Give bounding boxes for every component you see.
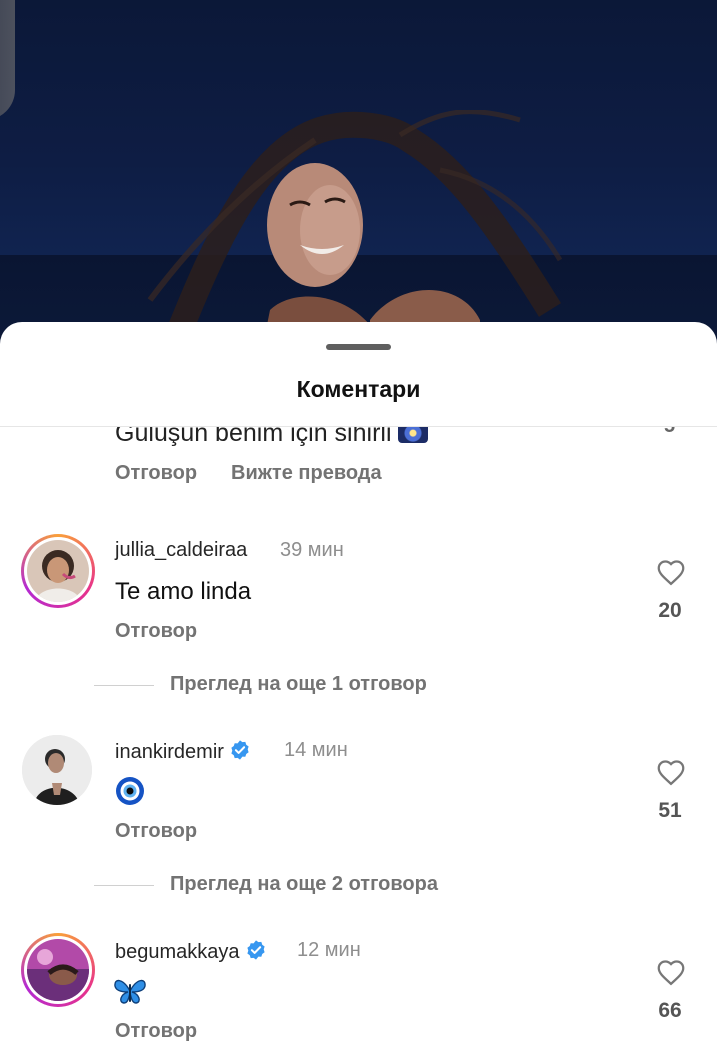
avatar-inankirdemir[interactable] <box>22 735 92 805</box>
partial-comment-body: Gülüşün benim için sihirli <box>115 427 392 447</box>
comment-time: 39 мин <box>280 539 344 561</box>
partial-comment-text: Gülüşün benim için sihirli <box>115 427 428 448</box>
verified-badge-icon <box>246 940 265 960</box>
comment-username-row: begumakkaya <box>115 939 267 964</box>
replies-divider <box>94 885 154 886</box>
drag-handle[interactable] <box>326 344 391 350</box>
verified-badge-icon <box>231 740 249 760</box>
nazar-eye-emoji-icon <box>116 777 144 805</box>
avatar-jullia[interactable] <box>21 534 95 608</box>
avatar-image <box>22 735 92 805</box>
partial-reply-button[interactable]: Отговор <box>115 462 197 485</box>
post-photo <box>0 0 717 360</box>
like-count: 66 <box>658 999 682 1022</box>
partial-comment-like-count: 5 <box>664 427 675 438</box>
heart-outline-icon[interactable] <box>656 758 686 786</box>
comment-time: 14 мин <box>284 739 348 761</box>
comment-username-row: inankirdemir <box>115 739 251 764</box>
heart-outline-icon[interactable] <box>656 558 686 586</box>
sheet-title: Коментари <box>296 376 421 402</box>
comment-username[interactable]: inankirdemir <box>115 741 224 763</box>
view-replies-button[interactable]: Преглед на още 2 отговора <box>170 873 438 896</box>
avatar-begumakkaya[interactable] <box>21 933 95 1007</box>
boat-edge <box>0 0 15 120</box>
heart-outline-icon[interactable] <box>656 958 686 986</box>
comment-time: 12 мин <box>297 939 361 961</box>
comment-text: Te amo linda <box>115 578 252 605</box>
avatar-image <box>27 540 89 602</box>
replies-divider <box>94 685 154 686</box>
comment-username[interactable]: begumakkaya <box>115 941 240 963</box>
comment-username[interactable]: jullia_caldeiraa <box>115 539 247 562</box>
comments-sheet: Коментари Gülüşün benim için sihirli 5 О… <box>0 322 717 1052</box>
comments-list[interactable]: Gülüşün benim için sihirli 5 Отговор Виж… <box>0 427 717 1052</box>
sparkle-emoji-icon <box>397 427 428 443</box>
avatar-image <box>27 939 89 1001</box>
like-count: 51 <box>658 799 682 822</box>
reply-button[interactable]: Отговор <box>115 1020 197 1043</box>
butterfly-emoji-icon <box>114 979 146 1004</box>
see-translation-button[interactable]: Вижте превода <box>231 462 382 485</box>
like-count: 20 <box>658 599 682 622</box>
reply-button[interactable]: Отговор <box>115 820 197 843</box>
reply-button[interactable]: Отговор <box>115 620 197 643</box>
view-replies-button[interactable]: Преглед на още 1 отговор <box>170 673 427 696</box>
